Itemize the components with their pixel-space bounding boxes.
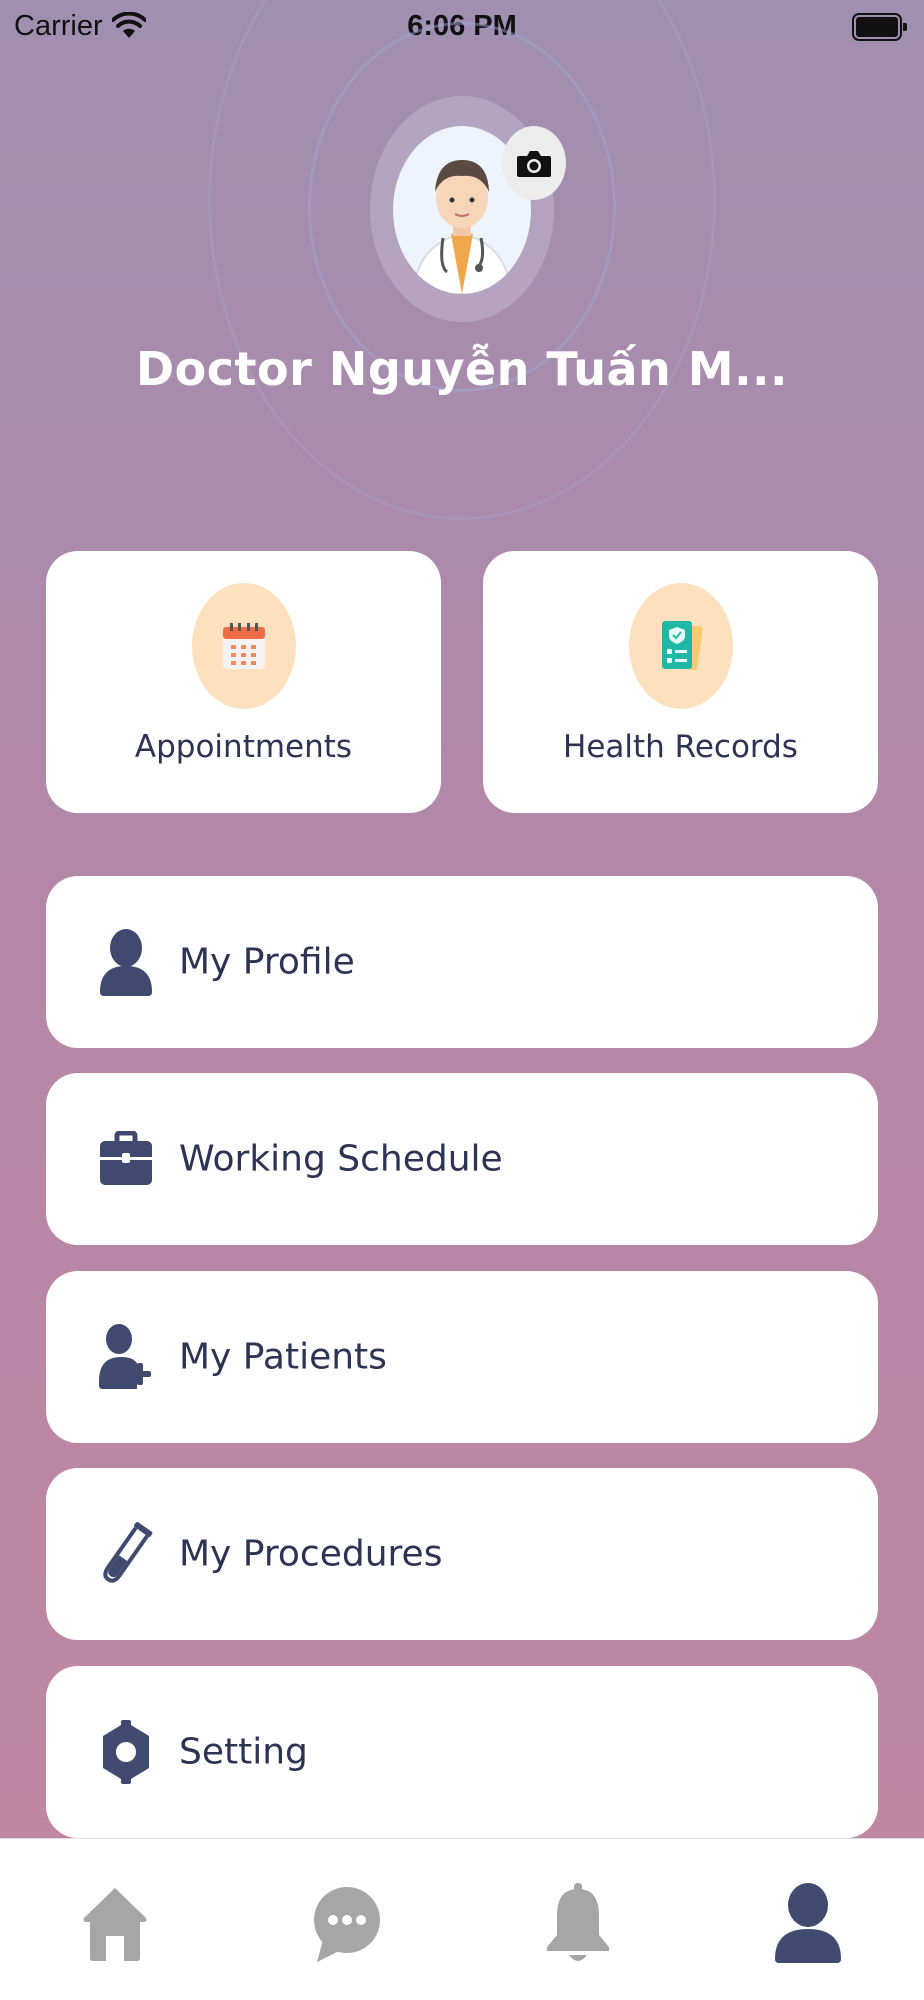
menu-item-label: My Profile: [179, 941, 355, 983]
menu-item-label: Working Schedule: [179, 1138, 503, 1180]
menu-item-label: Setting: [179, 1731, 308, 1773]
menu-item-working-schedule[interactable]: Working Schedule: [46, 1073, 878, 1245]
health-records-label: Health Records: [563, 729, 798, 765]
home-icon: [83, 1888, 147, 1961]
menu-item-my-procedures[interactable]: My Procedures: [46, 1468, 878, 1640]
health-records-card[interactable]: Health Records: [483, 551, 878, 813]
calendar-icon: [223, 623, 265, 669]
appointments-card[interactable]: Appointments: [46, 551, 441, 813]
bell-icon: [547, 1883, 609, 1961]
appointments-label: Appointments: [134, 729, 353, 765]
tab-profile[interactable]: [768, 1879, 848, 1969]
tab-home[interactable]: [75, 1879, 155, 1969]
menu-item-setting[interactable]: Setting: [46, 1666, 878, 1838]
chat-icon: [314, 1887, 380, 1962]
menu-item-my-patients[interactable]: My Patients: [46, 1271, 878, 1443]
test-tube-icon: [103, 1522, 153, 1583]
user-icon: [100, 929, 152, 996]
camera-icon: [517, 151, 551, 177]
tab-messages[interactable]: [307, 1879, 387, 1969]
user-icon: [775, 1883, 841, 1963]
change-photo-button[interactable]: [502, 126, 566, 200]
briefcase-icon: [100, 1131, 152, 1185]
gear-icon: [103, 1720, 149, 1784]
menu-item-label: My Patients: [179, 1336, 387, 1378]
menu-item-label: My Procedures: [179, 1533, 443, 1575]
health-records-icon-circle: [629, 583, 733, 709]
health-records-icon: [662, 621, 703, 671]
menu-item-my-profile[interactable]: My Profile: [46, 876, 878, 1048]
battery-icon: [852, 13, 907, 41]
doctor-name: Doctor Nguyễn Tuấn M...: [135, 342, 789, 396]
appointments-icon-circle: [192, 583, 296, 709]
tab-notifications[interactable]: [538, 1879, 618, 1969]
add-user-icon: [99, 1324, 151, 1389]
tab-bar: [0, 1838, 924, 2000]
